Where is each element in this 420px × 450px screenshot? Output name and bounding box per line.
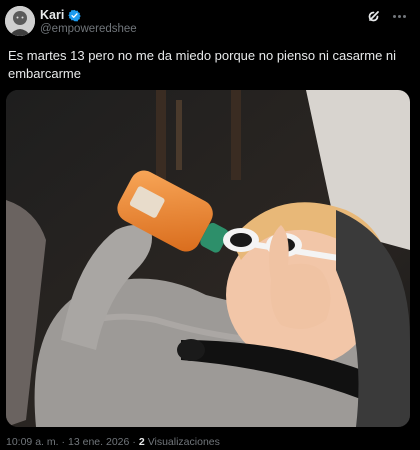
author-name-row: Kari: [40, 7, 82, 23]
verified-badge-icon: [68, 9, 82, 22]
meta-separator: ·: [61, 436, 66, 448]
avatar[interactable]: [5, 6, 35, 36]
views-count: 2: [138, 436, 145, 448]
tweet-header: Kari @empoweredshee: [0, 0, 420, 40]
more-options-icon[interactable]: [390, 8, 408, 24]
grok-icon[interactable]: [366, 8, 382, 24]
author-handle[interactable]: @empoweredshee: [40, 23, 137, 35]
tweet-photo[interactable]: [6, 90, 410, 427]
photo-image: [6, 90, 410, 427]
views-label: Visualizaciones: [147, 436, 220, 448]
tweet-text: Es martes 13 pero no me da miedo porque …: [8, 48, 397, 81]
tweet-time[interactable]: 10:09 a. m.: [6, 436, 59, 448]
meta-separator: ·: [132, 436, 136, 448]
tweet-date[interactable]: 13 ene. 2026: [68, 436, 129, 448]
tweet-meta: 10:09 a. m. · 13 ene. 2026 · 2 Visualiza…: [6, 434, 220, 450]
avatar-image: [5, 6, 35, 36]
author-display-name[interactable]: Kari: [40, 8, 64, 22]
